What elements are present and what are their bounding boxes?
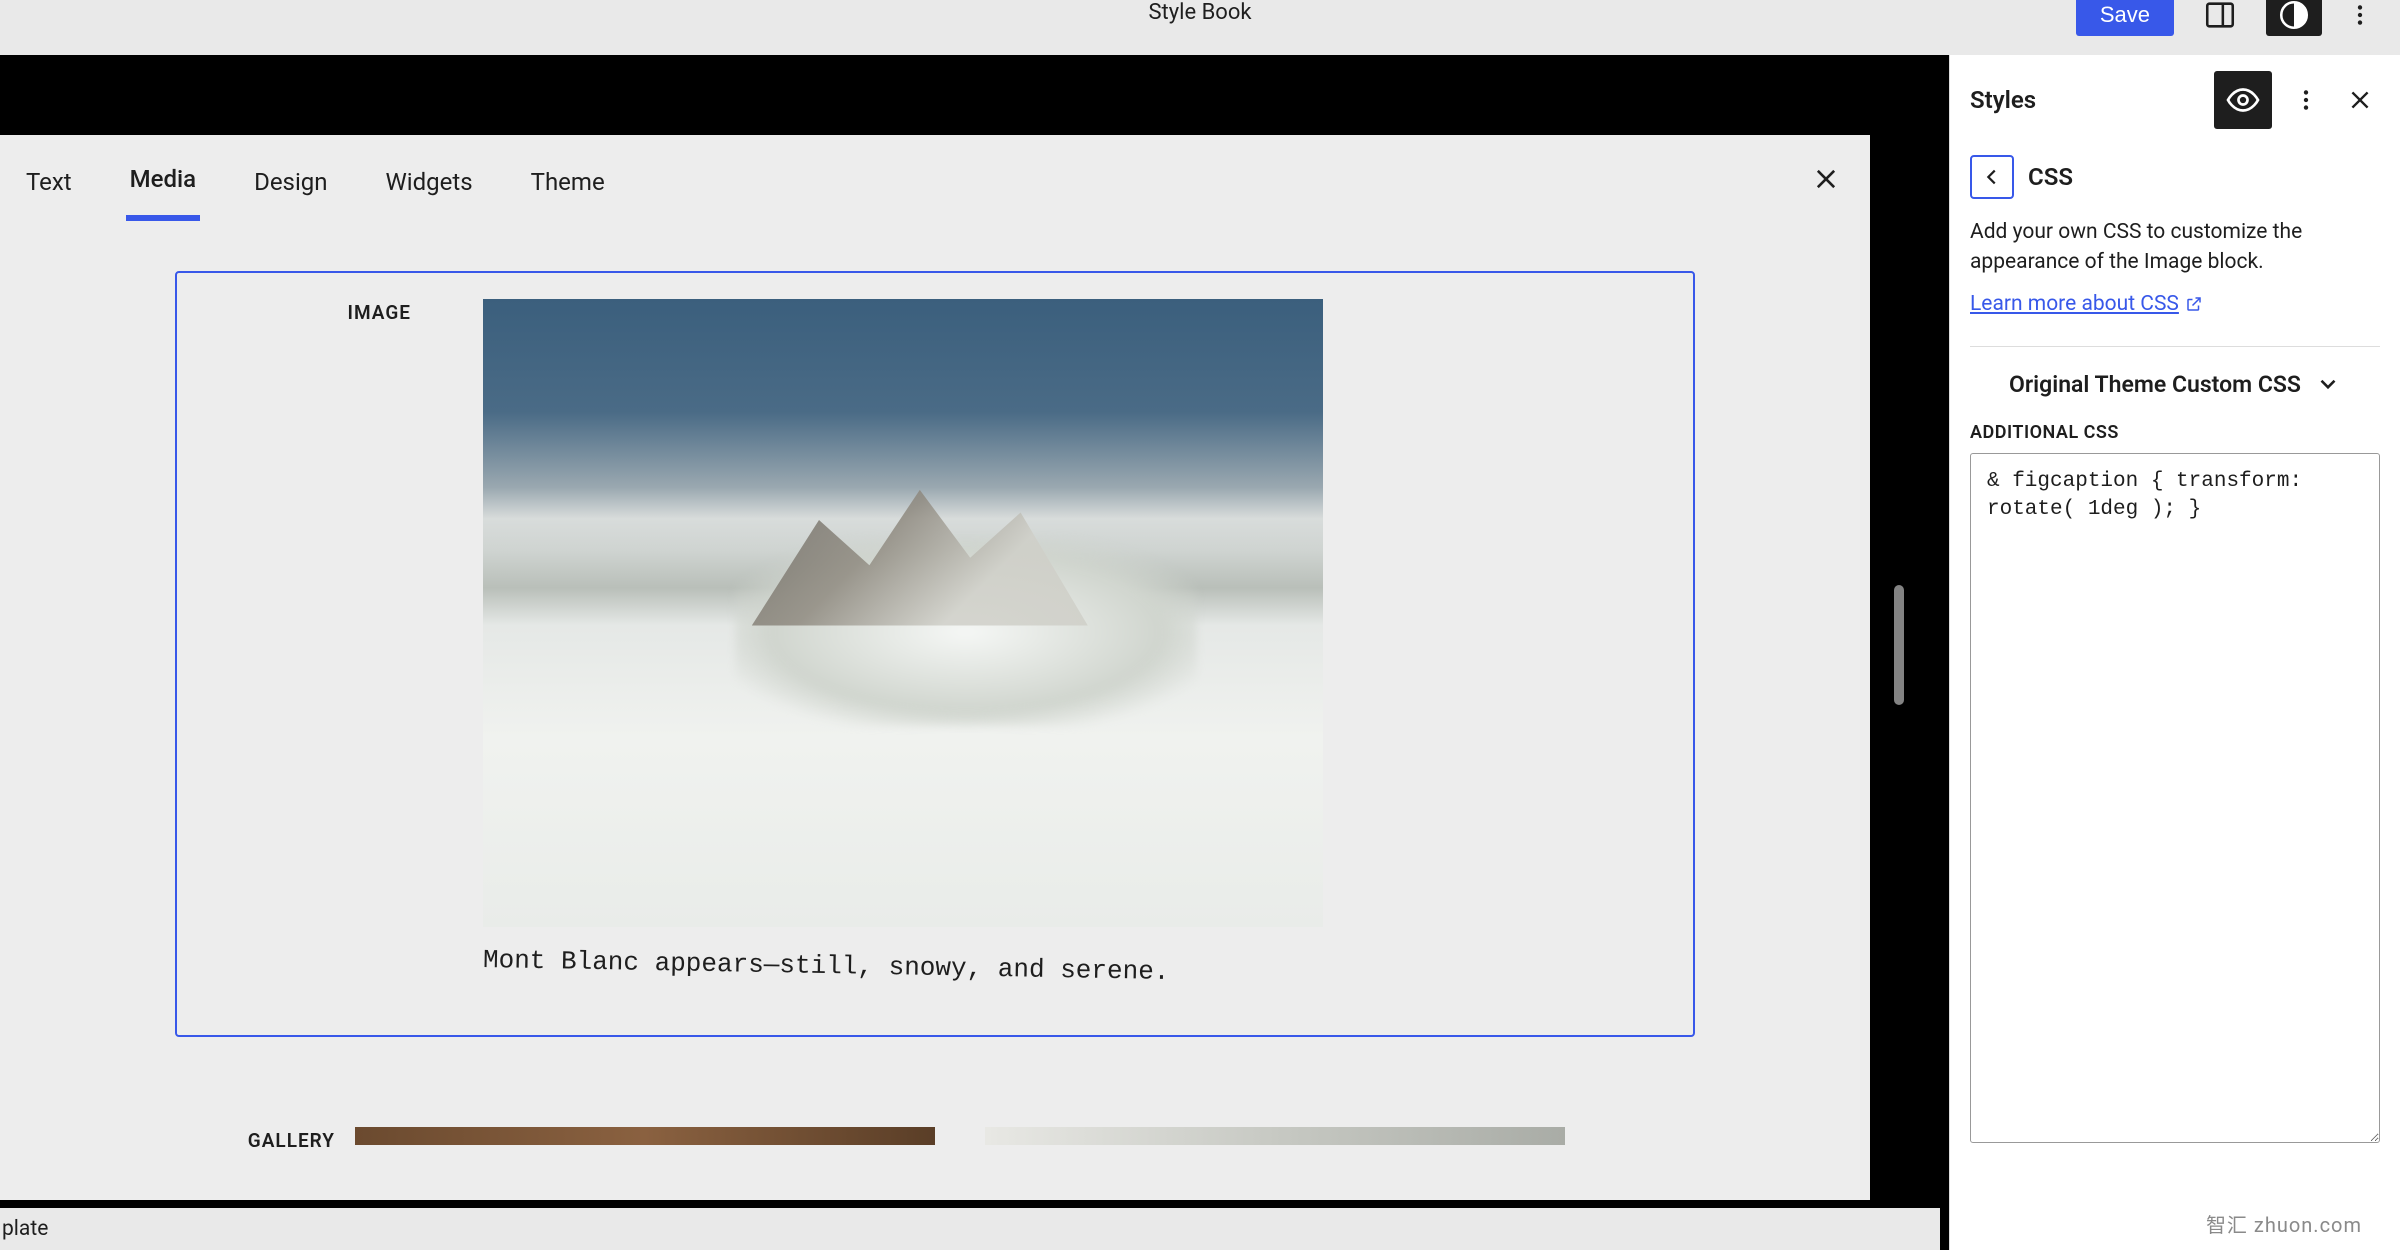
topbar-actions: Save: [2076, 0, 2380, 36]
breadcrumb-label: CSS: [2028, 163, 2073, 191]
tab-design[interactable]: Design: [250, 156, 331, 218]
sidebar-title: Styles: [1970, 86, 2200, 114]
canvas-tabs: Text Media Design Widgets Theme: [0, 135, 1870, 221]
image-caption: Mont Blanc appears—still, snowy, and ser…: [483, 945, 1567, 994]
workspace: Text Media Design Widgets Theme Image Mo…: [0, 55, 2400, 1250]
editor-frame: Text Media Design Widgets Theme Image Mo…: [0, 55, 1949, 1250]
gallery-image-1: [355, 1127, 935, 1145]
sidebar-more-icon[interactable]: [2286, 80, 2326, 120]
gallery-block-label: Gallery: [175, 1129, 335, 1152]
watermark: 智汇 zhuon.com: [2206, 1209, 2362, 1238]
more-menu-icon[interactable]: [2340, 0, 2380, 35]
breadcrumb: CSS: [1950, 145, 2400, 217]
image-block-body: Mont Blanc appears—still, snowy, and ser…: [483, 299, 1567, 975]
topbar: Style Book Save: [0, 0, 2400, 55]
css-description: Add your own CSS to customize the appear…: [1950, 217, 2400, 278]
style-book-canvas: Text Media Design Widgets Theme Image Mo…: [0, 135, 1870, 1200]
chevron-down-icon: [2315, 371, 2341, 397]
learn-more-link[interactable]: Learn more about CSS: [1950, 278, 2400, 316]
back-button[interactable]: [1970, 155, 2014, 199]
collapsible-label: Original Theme Custom CSS: [2009, 371, 2301, 398]
image-block-label: Image: [311, 301, 411, 324]
sidebar-close-icon[interactable]: [2340, 80, 2380, 120]
image-block-card[interactable]: Image Mont Blanc appears—still, snowy, a…: [175, 271, 1695, 1037]
style-book-toggle-icon[interactable]: [2214, 71, 2272, 129]
content-area: Image Mont Blanc appears—still, snowy, a…: [0, 221, 1870, 1145]
additional-css-label: Additional CSS: [1950, 422, 2400, 453]
learn-more-text: Learn more about CSS: [1970, 292, 2179, 316]
close-icon[interactable]: [1812, 165, 1840, 197]
save-button[interactable]: Save: [2076, 0, 2174, 36]
tab-media[interactable]: Media: [126, 153, 200, 221]
external-link-icon: [2185, 295, 2203, 313]
styles-sidebar: Styles CSS Add your own CSS to customize…: [1949, 55, 2400, 1250]
original-theme-css-toggle[interactable]: Original Theme Custom CSS: [1950, 347, 2400, 422]
page-title: Style Book: [1148, 0, 1251, 25]
sidebar-toggle-icon[interactable]: [2192, 0, 2248, 36]
gallery-image-2: [985, 1127, 1565, 1145]
resize-handle[interactable]: [1894, 585, 1904, 705]
footer-breadcrumb[interactable]: plate: [0, 1208, 1940, 1250]
gallery-block-row: Gallery: [355, 1127, 1695, 1145]
footer-breadcrumb-text: plate: [2, 1217, 48, 1241]
tab-theme[interactable]: Theme: [527, 156, 609, 218]
tab-widgets[interactable]: Widgets: [382, 156, 477, 218]
styles-contrast-icon[interactable]: [2266, 0, 2322, 36]
tab-text[interactable]: Text: [22, 156, 76, 218]
sidebar-header: Styles: [1950, 55, 2400, 145]
sample-image: [483, 299, 1323, 927]
additional-css-input[interactable]: [1970, 453, 2380, 1143]
